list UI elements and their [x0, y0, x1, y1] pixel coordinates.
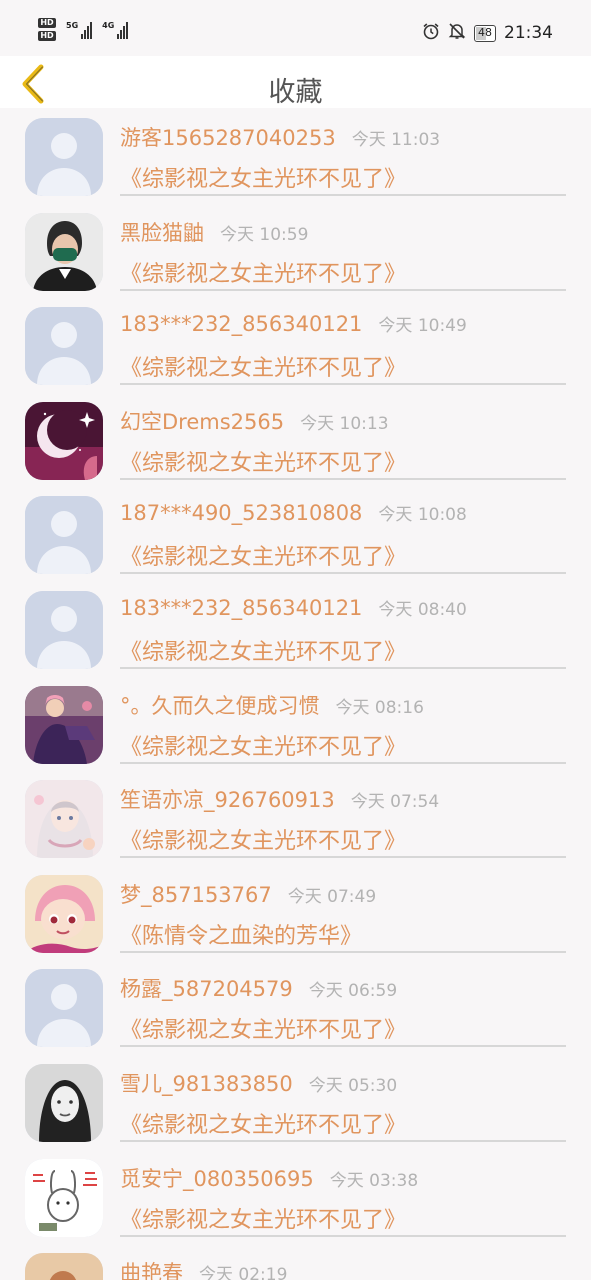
username[interactable]: °。久而久之便成习惯 — [120, 690, 320, 720]
book-title[interactable]: 《综影视之女主光环不见了》 — [120, 350, 406, 382]
book-title[interactable]: 《综影视之女主光环不见了》 — [120, 634, 406, 666]
divider — [120, 572, 566, 575]
avatar[interactable] — [25, 1253, 103, 1280]
divider — [120, 194, 566, 196]
signal-5g-icon: 5G — [66, 21, 93, 39]
mute-bell-icon — [448, 22, 466, 44]
page-title: 收藏 — [268, 77, 323, 108]
username[interactable]: 雪儿_981383850 — [120, 1068, 293, 1098]
list-item[interactable]: 笙语亦凉_926760913 今天 07:54 《综影视之女主光环不见了》 — [0, 770, 591, 865]
username[interactable]: 游客1565287040253 — [120, 122, 336, 152]
timestamp: 今天 03:38 — [329, 1170, 419, 1191]
book-title[interactable]: 《综影视之女主光环不见了》 — [120, 256, 406, 288]
timestamp: 今天 06:59 — [308, 981, 398, 1002]
hd-badge-2: HD — [38, 31, 56, 41]
timestamp: 今天 10:49 — [378, 316, 467, 337]
avatar[interactable] — [25, 969, 103, 1048]
avatar[interactable] — [25, 401, 103, 480]
timestamp: 今天 10:08 — [378, 505, 467, 526]
avatar[interactable] — [25, 1158, 103, 1237]
timestamp: 今天 10:59 — [220, 224, 309, 245]
list-item[interactable]: 雪儿_981383850 今天 05:30 《综影视之女主光环不见了》 — [0, 1054, 591, 1149]
divider — [120, 761, 566, 764]
list-item[interactable]: 曲艳春 今天 02:19 — [0, 1243, 591, 1280]
username[interactable]: 黑脸猫鼬 — [120, 217, 204, 247]
battery-icon: 48 — [474, 24, 496, 42]
avatar[interactable] — [25, 212, 103, 291]
app-header: 收藏 — [0, 56, 591, 108]
divider — [120, 856, 566, 859]
clock: 21:34 — [504, 23, 553, 43]
divider — [120, 1234, 566, 1237]
username[interactable]: 笙语亦凉_926760913 — [120, 784, 335, 814]
book-title[interactable]: 《综影视之女主光环不见了》 — [120, 729, 406, 761]
alarm-icon — [422, 22, 440, 44]
timestamp: 今天 08:40 — [378, 599, 467, 620]
signal-indicators: HD HD 5G 4G — [38, 18, 129, 41]
list-item[interactable]: 黑脸猫鼬 今天 10:59 《综影视之女主光环不见了》 — [0, 203, 591, 298]
list-item[interactable]: 183***232_856340121 今天 08:40 《综影视之女主光环不见了》 — [0, 581, 591, 676]
book-title[interactable]: 《综影视之女主光环不见了》 — [120, 823, 406, 855]
avatar[interactable] — [25, 874, 103, 953]
divider — [120, 477, 566, 480]
username[interactable]: 183***232_856340121 — [120, 312, 362, 336]
timestamp: 今天 07:54 — [350, 792, 440, 813]
list-item[interactable]: 游客1565287040253 今天 11:03 《综影视之女主光环不见了》 — [0, 108, 591, 203]
list-item[interactable]: 187***490_523810808 今天 10:08 《综影视之女主光环不见了》 — [0, 486, 591, 581]
book-title[interactable]: 《综影视之女主光环不见了》 — [120, 539, 406, 571]
book-title[interactable]: 《综影视之女主光环不见了》 — [120, 445, 406, 477]
username[interactable]: 幻空Drems2565 — [120, 406, 284, 436]
divider — [120, 950, 566, 953]
list-item[interactable]: 杨露_587204579 今天 06:59 《综影视之女主光环不见了》 — [0, 959, 591, 1054]
favorites-list: 游客1565287040253 今天 11:03 《综影视之女主光环不见了》 黑脸猫鼬… — [0, 108, 591, 1280]
divider — [120, 666, 566, 669]
book-title[interactable]: 《综影视之女主光环不见了》 — [120, 1202, 406, 1234]
username[interactable]: 杨露_587204579 — [120, 973, 293, 1003]
avatar[interactable] — [25, 307, 103, 386]
book-title[interactable]: 《综影视之女主光环不见了》 — [120, 1107, 406, 1139]
hd-badge-1: HD — [38, 18, 56, 28]
username[interactable]: 183***232_856340121 — [120, 596, 362, 620]
divider — [120, 383, 566, 386]
divider — [120, 288, 566, 291]
timestamp: 今天 10:13 — [300, 413, 389, 434]
avatar[interactable] — [25, 118, 103, 196]
divider — [120, 1045, 566, 1048]
timestamp: 今天 08:16 — [335, 697, 424, 718]
list-item[interactable]: °。久而久之便成习惯 今天 08:16 《综影视之女主光环不见了》 — [0, 676, 591, 771]
signal-4g-icon: 4G — [102, 21, 129, 39]
list-item[interactable]: 觅安宁_080350695 今天 03:38 《综影视之女主光环不见了》 — [0, 1149, 591, 1244]
timestamp: 今天 07:49 — [287, 886, 377, 907]
divider — [120, 1139, 566, 1142]
book-title[interactable]: 《综影视之女主光环不见了》 — [120, 1012, 406, 1044]
list-item[interactable]: 183***232_856340121 今天 10:49 《综影视之女主光环不见了》 — [0, 297, 591, 392]
username[interactable]: 曲艳春 — [120, 1257, 183, 1280]
username[interactable]: 梦_857153767 — [120, 879, 272, 909]
timestamp: 今天 05:30 — [308, 1075, 398, 1096]
avatar[interactable] — [25, 496, 103, 575]
timestamp: 今天 11:03 — [351, 130, 441, 150]
username[interactable]: 187***490_523810808 — [120, 501, 362, 525]
timestamp: 今天 02:19 — [199, 1265, 288, 1280]
avatar[interactable] — [25, 780, 103, 859]
avatar[interactable] — [25, 1063, 103, 1142]
username[interactable]: 觅安宁_080350695 — [120, 1163, 314, 1193]
avatar[interactable] — [25, 590, 103, 669]
list-item[interactable]: 梦_857153767 今天 07:49 《陈情令之血染的芳华》 — [0, 865, 591, 960]
list-item[interactable]: 幻空Drems2565 今天 10:13 《综影视之女主光环不见了》 — [0, 392, 591, 487]
book-title[interactable]: 《综影视之女主光环不见了》 — [120, 161, 406, 193]
status-bar: HD HD 5G 4G 48 21:34 — [0, 0, 591, 56]
book-title[interactable]: 《陈情令之血染的芳华》 — [120, 918, 362, 950]
avatar[interactable] — [25, 685, 103, 764]
